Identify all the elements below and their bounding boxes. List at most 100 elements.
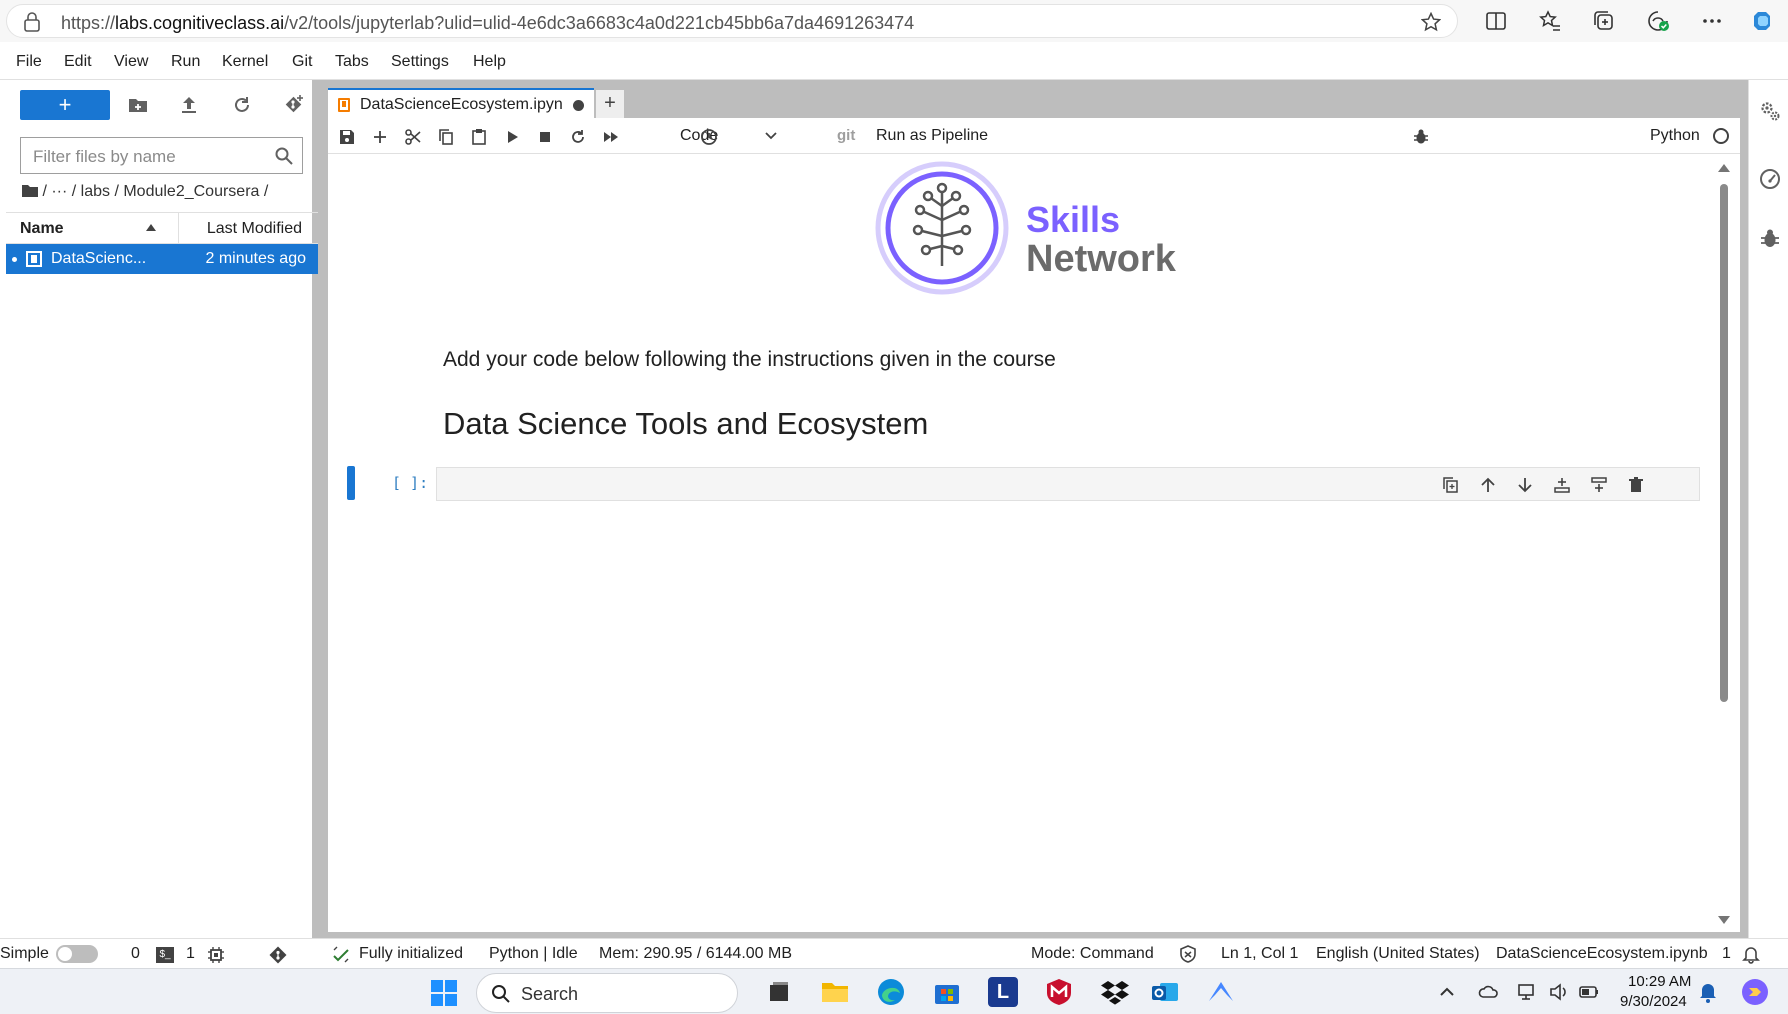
cursor-position[interactable]: Ln 1, Col 1: [1221, 945, 1298, 963]
taskbar-time[interactable]: 10:29 AM: [1628, 973, 1691, 990]
outlook-icon[interactable]: [1150, 977, 1180, 1007]
notification-count[interactable]: 1: [1722, 945, 1731, 963]
kernel-chip-icon[interactable]: [207, 946, 225, 964]
run-cell-icon[interactable]: [503, 128, 521, 146]
lsp-status[interactable]: Fully initialized: [359, 945, 463, 963]
git-clone-icon[interactable]: [283, 94, 305, 116]
copilot-icon[interactable]: [1752, 9, 1776, 33]
debugger-bug-icon[interactable]: [1759, 228, 1781, 250]
file-explorer-icon[interactable]: [820, 977, 850, 1007]
search-icon: [492, 985, 510, 1003]
breadcrumb-path[interactable]: / ··· / labs / Module2_Coursera /: [42, 183, 268, 200]
microsoft-store-icon[interactable]: [932, 977, 962, 1007]
terminal-icon[interactable]: $_: [156, 947, 174, 963]
trusted-shield-icon[interactable]: [1179, 945, 1197, 963]
git-diamond-icon[interactable]: [268, 945, 288, 965]
edge-browser-icon[interactable]: [876, 977, 906, 1007]
interrupt-kernel-icon[interactable]: [536, 128, 554, 146]
kernel-name[interactable]: Python: [1650, 127, 1700, 145]
show-hidden-icons-chevron-icon[interactable]: [1438, 985, 1456, 999]
new-launcher-button[interactable]: +: [20, 90, 110, 120]
menu-help[interactable]: Help: [473, 53, 506, 71]
menu-kernel[interactable]: Kernel: [222, 53, 268, 71]
vertical-scrollbar[interactable]: [1718, 164, 1730, 924]
browser-essentials-icon[interactable]: [1646, 9, 1670, 33]
insert-below-icon[interactable]: [1553, 476, 1571, 494]
property-inspector-gears-icon[interactable]: [1759, 100, 1781, 122]
menu-run[interactable]: Run: [171, 53, 200, 71]
new-folder-icon[interactable]: [127, 94, 149, 116]
favorites-icon[interactable]: [1538, 9, 1562, 33]
upload-icon[interactable]: [178, 94, 200, 116]
menu-git[interactable]: Git: [292, 53, 312, 71]
active-cell-indicator[interactable]: [347, 466, 355, 500]
folder-icon[interactable]: [22, 184, 38, 197]
file-modified: 2 minutes ago: [205, 250, 306, 267]
history-icon[interactable]: [700, 128, 718, 146]
notifications-bell-icon[interactable]: [1698, 981, 1718, 1003]
onedrive-cloud-icon[interactable]: [1478, 981, 1500, 1003]
copy-icon[interactable]: [437, 128, 455, 146]
refresh-icon[interactable]: [231, 94, 253, 116]
menu-file[interactable]: File: [16, 53, 42, 71]
file-list-item[interactable]: DataScienc... 2 minutes ago: [6, 244, 318, 274]
cut-icon[interactable]: [404, 128, 422, 146]
more-options-icon[interactable]: [1700, 9, 1724, 33]
duplicate-cell-icon[interactable]: [1442, 476, 1460, 494]
notebook-mode: Mode: Command: [1031, 945, 1154, 962]
unsaved-dot-icon[interactable]: [573, 100, 584, 111]
menu-tabs[interactable]: Tabs: [335, 53, 369, 71]
column-name[interactable]: Name: [20, 220, 64, 238]
move-up-icon[interactable]: [1479, 476, 1497, 494]
restart-run-all-icon[interactable]: [602, 128, 620, 146]
new-tab-button[interactable]: +: [596, 90, 624, 118]
split-screen-icon[interactable]: [1484, 9, 1508, 33]
nordvpn-icon[interactable]: [1206, 977, 1236, 1007]
windows-start-icon[interactable]: [430, 979, 458, 1007]
taskbar-app-l[interactable]: L: [988, 977, 1018, 1007]
run-as-pipeline-button[interactable]: Run as Pipeline: [876, 127, 988, 145]
task-view-icon[interactable]: [764, 977, 794, 1007]
kernel-count[interactable]: 1: [186, 945, 195, 963]
notification-bell-icon[interactable]: [1741, 944, 1761, 964]
scroll-up-icon[interactable]: [1718, 164, 1730, 172]
favorite-star-icon[interactable]: [1421, 12, 1441, 32]
debugger-bug-icon[interactable]: [1412, 128, 1430, 146]
taskbar-date[interactable]: 9/30/2024: [1620, 993, 1687, 1010]
terminal-count[interactable]: 0: [131, 945, 140, 963]
resource-monitor-gauge-icon[interactable]: [1759, 168, 1781, 190]
network-icon[interactable]: [1516, 981, 1538, 1003]
delete-cell-icon[interactable]: [1627, 476, 1645, 494]
git-label[interactable]: git: [837, 127, 855, 144]
restart-kernel-icon[interactable]: [569, 128, 587, 146]
taskbar-search-input[interactable]: Search: [476, 973, 738, 1013]
collections-icon[interactable]: [1592, 9, 1616, 33]
scrollbar-thumb[interactable]: [1720, 184, 1728, 702]
menu-view[interactable]: View: [114, 53, 148, 71]
simple-mode-toggle[interactable]: [56, 945, 98, 963]
code-cell-editor[interactable]: [436, 467, 1700, 501]
tab-notebook[interactable]: DataScienceEcosystem.ipyn: [328, 88, 594, 118]
add-cell-icon[interactable]: [371, 128, 389, 146]
paste-icon[interactable]: [470, 128, 488, 146]
save-icon[interactable]: [338, 128, 356, 146]
address-bar[interactable]: https://labs.cognitiveclass.ai/v2/tools/…: [6, 4, 1458, 38]
chevron-down-icon[interactable]: [764, 130, 778, 142]
scroll-down-icon[interactable]: [1718, 916, 1730, 924]
mcafee-icon[interactable]: [1044, 977, 1074, 1007]
menu-edit[interactable]: Edit: [64, 53, 92, 71]
dropbox-icon[interactable]: [1100, 977, 1130, 1007]
move-down-icon[interactable]: [1516, 476, 1534, 494]
input-prompt: [ ]:: [392, 474, 429, 492]
menu-settings[interactable]: Settings: [391, 53, 449, 71]
sort-ascending-icon[interactable]: [146, 224, 156, 231]
column-last-modified[interactable]: Last Modified: [207, 220, 302, 238]
filter-files-input[interactable]: Filter files by name: [20, 137, 303, 174]
battery-icon[interactable]: [1578, 981, 1600, 1003]
insert-above-icon[interactable]: [1590, 476, 1608, 494]
volume-icon[interactable]: [1548, 981, 1570, 1003]
copilot-taskbar-icon[interactable]: [1740, 977, 1770, 1007]
kernel-status[interactable]: Python | Idle: [489, 945, 578, 963]
lsp-status-icon[interactable]: [332, 946, 350, 964]
spellcheck-language[interactable]: English (United States): [1316, 945, 1480, 963]
